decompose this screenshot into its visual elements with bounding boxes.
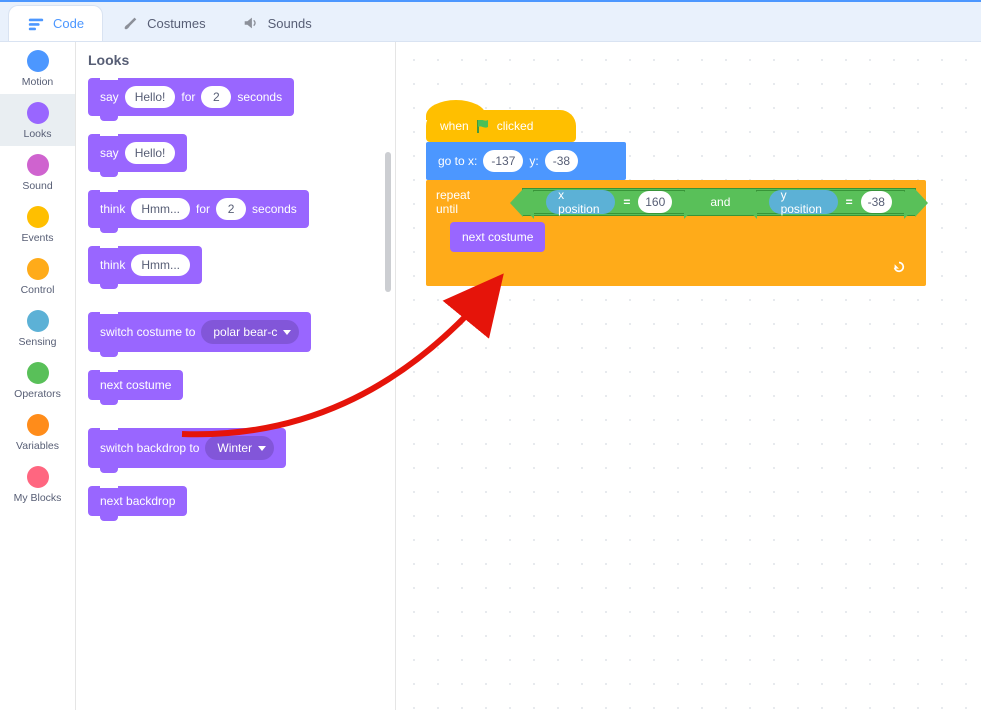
think-label: think: [100, 258, 125, 272]
say-text-input[interactable]: Hello!: [125, 142, 176, 164]
seconds-label: seconds: [252, 202, 297, 216]
category-sound-label: Sound: [22, 180, 52, 192]
next-costume-label: next costume: [100, 378, 171, 392]
goto-label: go to x:: [438, 154, 477, 168]
category-myblocks[interactable]: My Blocks: [0, 458, 75, 510]
category-motion-label: Motion: [22, 76, 54, 88]
operator-equals-right[interactable]: y position = -38: [756, 190, 905, 214]
block-repeat-until[interactable]: repeat until x position = 160 and y posi…: [426, 180, 926, 286]
tab-costumes[interactable]: Costumes: [103, 5, 224, 41]
green-flag-icon: [475, 118, 491, 134]
block-think[interactable]: think Hmm...: [88, 246, 202, 284]
reporter-y-position[interactable]: y position: [769, 190, 838, 214]
for-label: for: [181, 90, 195, 104]
block-next-costume-in-script[interactable]: next costume: [450, 222, 545, 252]
goto-x-input[interactable]: -137: [483, 150, 523, 172]
category-looks[interactable]: Looks: [0, 94, 75, 146]
block-think-for-seconds[interactable]: think Hmm... for 2 seconds: [88, 190, 309, 228]
category-sensing-label: Sensing: [19, 336, 57, 348]
and-label: and: [710, 195, 730, 209]
category-events-label: Events: [21, 232, 53, 244]
seconds-label: seconds: [237, 90, 282, 104]
think-seconds-input[interactable]: 2: [216, 198, 246, 220]
editor-tab-bar: Code Costumes Sounds: [0, 2, 981, 42]
category-control-label: Control: [21, 284, 55, 296]
operator-and[interactable]: x position = 160 and y position = -38: [522, 188, 916, 216]
tab-code-label: Code: [53, 16, 84, 31]
next-costume-label: next costume: [462, 230, 533, 244]
variables-dot-icon: [27, 414, 49, 436]
when-label: when: [440, 119, 469, 133]
control-dot-icon: [27, 258, 49, 280]
equals-x-value[interactable]: 160: [638, 191, 672, 213]
block-switch-costume[interactable]: switch costume to polar bear-c: [88, 312, 311, 352]
backdrop-dropdown[interactable]: Winter: [205, 436, 274, 460]
goto-y-label: y:: [529, 154, 538, 168]
say-seconds-input[interactable]: 2: [201, 86, 231, 108]
block-next-costume[interactable]: next costume: [88, 370, 183, 400]
block-say[interactable]: say Hello!: [88, 134, 187, 172]
backdrop-dropdown-value: Winter: [217, 441, 252, 455]
category-events[interactable]: Events: [0, 198, 75, 250]
block-say-for-seconds[interactable]: say Hello! for 2 seconds: [88, 78, 294, 116]
category-operators[interactable]: Operators: [0, 354, 75, 406]
tab-code[interactable]: Code: [8, 5, 103, 41]
say-label: say: [100, 146, 119, 160]
script-stack[interactable]: when clicked go to x: -137 y: -38 repeat…: [426, 110, 926, 286]
scripts-workspace[interactable]: when clicked go to x: -137 y: -38 repeat…: [396, 42, 981, 710]
events-dot-icon: [27, 206, 49, 228]
block-category-column: Motion Looks Sound Events Control Sensin…: [0, 42, 76, 710]
category-looks-label: Looks: [23, 128, 51, 140]
think-text-input[interactable]: Hmm...: [131, 254, 190, 276]
tab-sounds[interactable]: Sounds: [224, 5, 330, 41]
operator-equals-left[interactable]: x position = 160: [533, 190, 685, 214]
clicked-label: clicked: [497, 119, 534, 133]
block-palette: Looks say Hello! for 2 seconds say Hello…: [76, 42, 396, 710]
block-when-flag-clicked[interactable]: when clicked: [426, 110, 576, 142]
costume-dropdown-value: polar bear-c: [213, 325, 277, 339]
speaker-icon: [242, 14, 260, 32]
think-label: think: [100, 202, 125, 216]
category-control[interactable]: Control: [0, 250, 75, 302]
category-variables-label: Variables: [16, 440, 59, 452]
reporter-x-position[interactable]: x position: [546, 190, 615, 214]
sound-dot-icon: [27, 154, 49, 176]
costume-dropdown[interactable]: polar bear-c: [201, 320, 299, 344]
palette-heading: Looks: [88, 52, 383, 68]
block-next-backdrop[interactable]: next backdrop: [88, 486, 187, 516]
tab-costumes-label: Costumes: [147, 16, 206, 31]
repeat-until-label: repeat until: [436, 188, 493, 216]
category-sensing[interactable]: Sensing: [0, 302, 75, 354]
say-text-input[interactable]: Hello!: [125, 86, 176, 108]
operators-dot-icon: [27, 362, 49, 384]
for-label: for: [196, 202, 210, 216]
category-variables[interactable]: Variables: [0, 406, 75, 458]
loop-arrow-icon: [892, 259, 906, 276]
chevron-down-icon: [283, 330, 291, 335]
switch-costume-label: switch costume to: [100, 325, 195, 339]
equals-label: =: [844, 195, 855, 209]
goto-y-input[interactable]: -38: [545, 150, 578, 172]
category-motion[interactable]: Motion: [0, 42, 75, 94]
switch-backdrop-label: switch backdrop to: [100, 441, 199, 455]
equals-label: =: [621, 195, 632, 209]
category-sound[interactable]: Sound: [0, 146, 75, 198]
equals-y-value[interactable]: -38: [861, 191, 892, 213]
brush-icon: [121, 14, 139, 32]
looks-dot-icon: [27, 102, 49, 124]
code-icon: [27, 15, 45, 33]
palette-scrollbar[interactable]: [385, 152, 391, 292]
next-backdrop-label: next backdrop: [100, 494, 175, 508]
sensing-dot-icon: [27, 310, 49, 332]
block-switch-backdrop[interactable]: switch backdrop to Winter: [88, 428, 286, 468]
motion-dot-icon: [27, 50, 49, 72]
block-goto-xy[interactable]: go to x: -137 y: -38: [426, 142, 626, 180]
category-operators-label: Operators: [14, 388, 61, 400]
category-myblocks-label: My Blocks: [14, 492, 62, 504]
myblocks-dot-icon: [27, 466, 49, 488]
chevron-down-icon: [258, 446, 266, 451]
say-label: say: [100, 90, 119, 104]
think-text-input[interactable]: Hmm...: [131, 198, 190, 220]
tab-sounds-label: Sounds: [268, 16, 312, 31]
